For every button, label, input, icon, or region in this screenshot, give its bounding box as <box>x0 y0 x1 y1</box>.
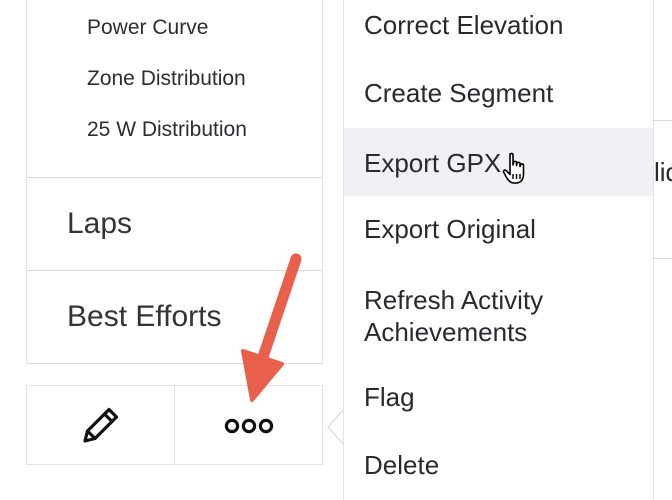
divider <box>652 258 672 259</box>
menu-item-label: Create Segment <box>364 78 554 108</box>
more-actions-menu: Correct Elevation Create Segment Export … <box>343 0 654 500</box>
menu-item-label: Delete <box>364 450 440 480</box>
more-actions-button[interactable] <box>174 385 323 465</box>
sidebar-item-25w-distribution[interactable]: 25 W Distribution <box>87 118 247 142</box>
menu-item-flag[interactable]: Flag <box>344 366 653 430</box>
menu-item-label: Correct Elevation <box>364 10 564 40</box>
edit-activity-button[interactable] <box>26 385 175 465</box>
menu-item-label: Export Original <box>364 214 536 244</box>
menu-item-label: Flag <box>364 382 415 412</box>
menu-item-label: Export GPX <box>364 148 502 178</box>
sidebar-item-laps[interactable]: Laps <box>26 178 323 271</box>
menu-item-export-original[interactable]: Export Original <box>344 198 653 262</box>
sidebar-item-label: Laps <box>67 207 133 240</box>
activity-actions <box>26 385 323 465</box>
menu-item-refresh-achievements[interactable]: Refresh Activity Achievements <box>344 264 653 364</box>
activity-page: Power Curve Zone Distribution 25 W Distr… <box>0 0 672 500</box>
menu-item-create-segment[interactable]: Create Segment <box>344 62 653 126</box>
sidebar-item-best-efforts[interactable]: Best Efforts <box>26 271 323 364</box>
hand-cursor-icon <box>502 152 525 184</box>
sidebar-item-zone-distribution[interactable]: Zone Distribution <box>87 67 246 91</box>
sidebar-item-label: Best Efforts <box>67 300 222 333</box>
divider <box>652 120 672 121</box>
analysis-sub-list: Power Curve Zone Distribution 25 W Distr… <box>26 0 323 178</box>
pencil-icon <box>83 407 119 443</box>
menu-item-export-gpx[interactable]: Export GPX <box>344 128 653 196</box>
ellipsis-icon <box>224 418 274 434</box>
partial-text: lid <box>654 157 672 187</box>
menu-item-correct-elevation[interactable]: Correct Elevation <box>344 0 653 60</box>
menu-item-delete[interactable]: Delete <box>344 432 653 498</box>
menu-item-label: Refresh Activity Achievements <box>364 285 544 347</box>
sidebar-item-power-curve[interactable]: Power Curve <box>87 16 208 40</box>
